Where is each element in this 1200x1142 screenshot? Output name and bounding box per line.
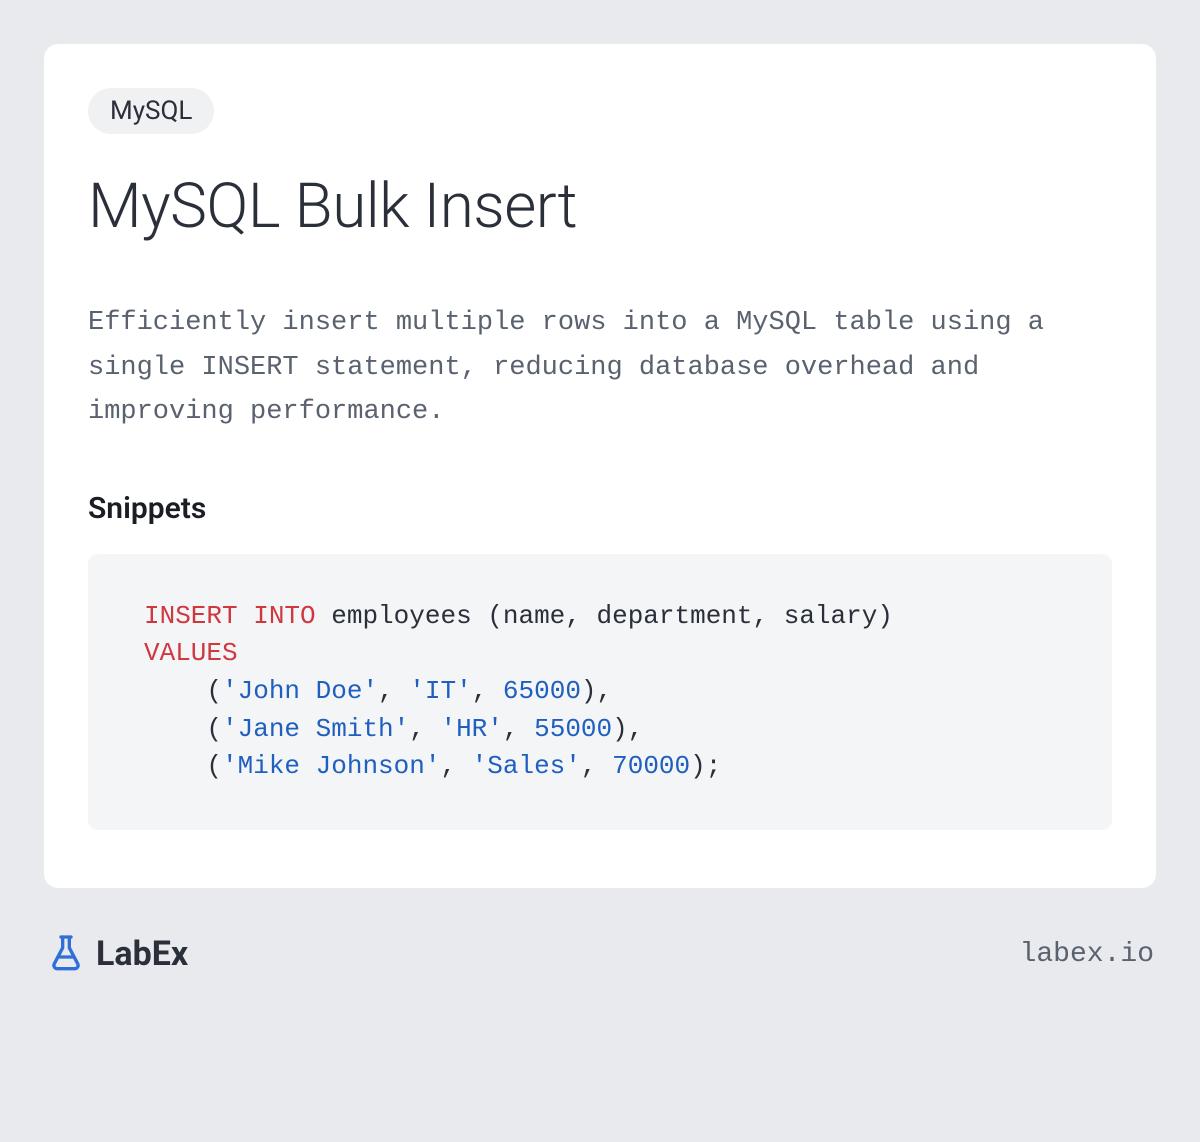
category-tag: MySQL	[88, 88, 214, 134]
brand-name: LabEx	[96, 934, 188, 974]
flask-icon	[46, 932, 86, 976]
footer: LabEx labex.io	[44, 932, 1156, 976]
page-title: MySQL Bulk Insert	[88, 170, 1112, 243]
description-text: Efficiently insert multiple rows into a …	[88, 301, 1112, 435]
brand-domain: labex.io	[1020, 939, 1154, 970]
content-card: MySQL MySQL Bulk Insert Efficiently inse…	[44, 44, 1156, 888]
snippets-heading: Snippets	[88, 491, 1112, 526]
brand-logo: LabEx	[46, 932, 188, 976]
code-snippet: INSERT INTO employees (name, department,…	[88, 554, 1112, 830]
